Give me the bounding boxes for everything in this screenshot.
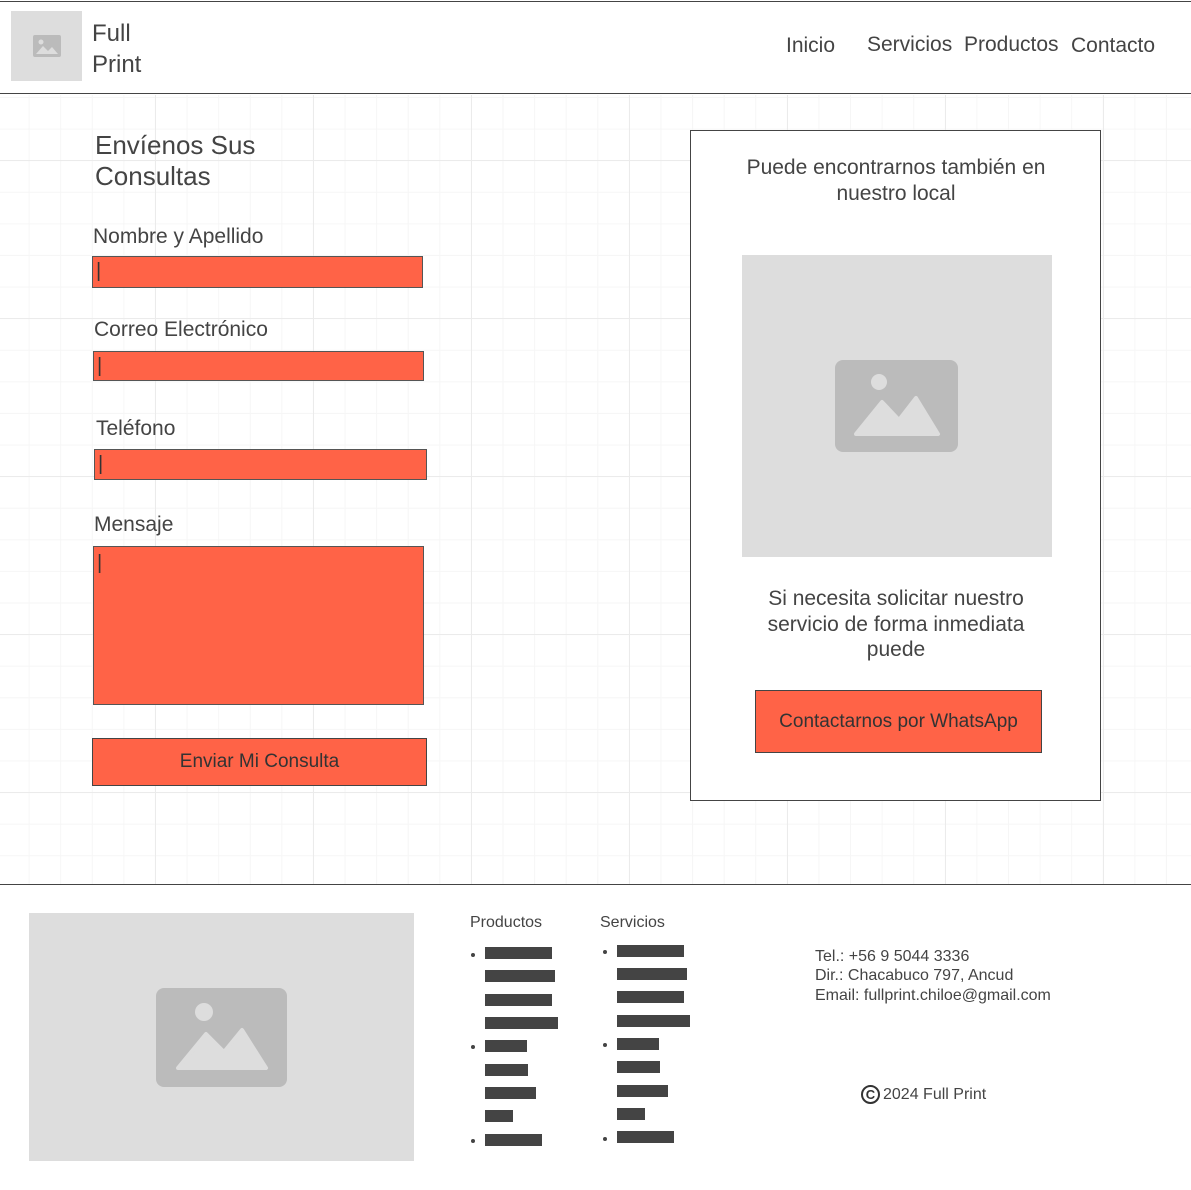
- list-item[interactable]: [485, 1040, 527, 1052]
- message-label: Mensaje: [94, 513, 174, 536]
- list-bullet: [471, 1045, 475, 1049]
- phone-label: Teléfono: [96, 417, 176, 440]
- location-panel: Puede encontrarnos también en nuestro lo…: [690, 130, 1101, 801]
- list-bullet: [603, 1043, 607, 1047]
- copyright: C 2024 Full Print: [861, 1085, 986, 1104]
- footer-email[interactable]: Email: fullprint.chiloe@gmail.com: [815, 986, 1051, 1006]
- list-item[interactable]: [617, 1061, 660, 1073]
- footer-address: Dir.: Chacabuco 797, Ancud: [815, 967, 1014, 984]
- list-item[interactable]: [485, 994, 552, 1006]
- list-item[interactable]: [617, 1015, 690, 1027]
- list-item[interactable]: [617, 1038, 659, 1050]
- brand-name[interactable]: Full Print: [92, 18, 172, 80]
- list-item[interactable]: [485, 970, 555, 982]
- whatsapp-button[interactable]: Contactarnos por WhatsApp: [755, 690, 1042, 753]
- site-header: Full Print Inicio Servicios Productos Co…: [0, 1, 1191, 94]
- email-label: Correo Electrónico: [94, 318, 268, 341]
- list-bullet: [603, 950, 607, 954]
- nav-servicios[interactable]: Servicios: [867, 33, 952, 57]
- list-item[interactable]: [485, 1134, 542, 1146]
- copyright-icon: C: [861, 1085, 880, 1104]
- image-placeholder-icon: [33, 35, 61, 57]
- list-item[interactable]: [617, 1131, 674, 1143]
- list-bullet: [471, 1139, 475, 1143]
- list-item[interactable]: [485, 1110, 513, 1122]
- nav-contacto[interactable]: Contacto: [1071, 34, 1155, 58]
- form-title: Envíenos Sus Consultas: [95, 130, 256, 191]
- list-item[interactable]: [485, 1087, 536, 1099]
- image-placeholder-icon: [156, 988, 287, 1087]
- list-item[interactable]: [617, 968, 687, 980]
- location-text: Puede encontrarnos también en nuestro lo…: [746, 156, 1046, 205]
- list-bullet: [471, 953, 475, 957]
- list-item[interactable]: [617, 1108, 645, 1120]
- list-item[interactable]: [617, 991, 684, 1003]
- list-item[interactable]: [485, 1017, 558, 1029]
- footer-services-title: Servicios: [600, 914, 665, 931]
- footer-products-title: Productos: [470, 914, 543, 931]
- urgent-text: Si necesita solicitar nuestro servicio d…: [767, 587, 1025, 661]
- list-item[interactable]: [617, 1085, 668, 1097]
- email-input[interactable]: |: [93, 351, 424, 381]
- name-input[interactable]: |: [92, 256, 423, 288]
- submit-button[interactable]: Enviar Mi Consulta: [92, 738, 427, 786]
- image-placeholder-icon: [835, 360, 958, 452]
- name-label: Nombre y Apellido: [93, 225, 264, 248]
- nav-productos[interactable]: Productos: [964, 33, 1059, 57]
- local-photo: [742, 255, 1052, 557]
- message-textarea[interactable]: |: [93, 546, 424, 705]
- site-footer: Productos Servicios Tel.: +56 9 5044 333…: [0, 884, 1191, 1190]
- footer-photo: [29, 913, 414, 1161]
- list-item[interactable]: [617, 945, 684, 957]
- footer-phone: Tel.: +56 9 5044 3336: [815, 948, 970, 965]
- list-item[interactable]: [485, 947, 552, 959]
- copyright-text: 2024 Full Print: [883, 1085, 987, 1103]
- phone-input[interactable]: |: [94, 449, 427, 480]
- nav-inicio[interactable]: Inicio: [786, 34, 835, 58]
- list-bullet: [603, 1137, 607, 1141]
- logo[interactable]: [11, 11, 82, 81]
- list-item[interactable]: [485, 1064, 528, 1076]
